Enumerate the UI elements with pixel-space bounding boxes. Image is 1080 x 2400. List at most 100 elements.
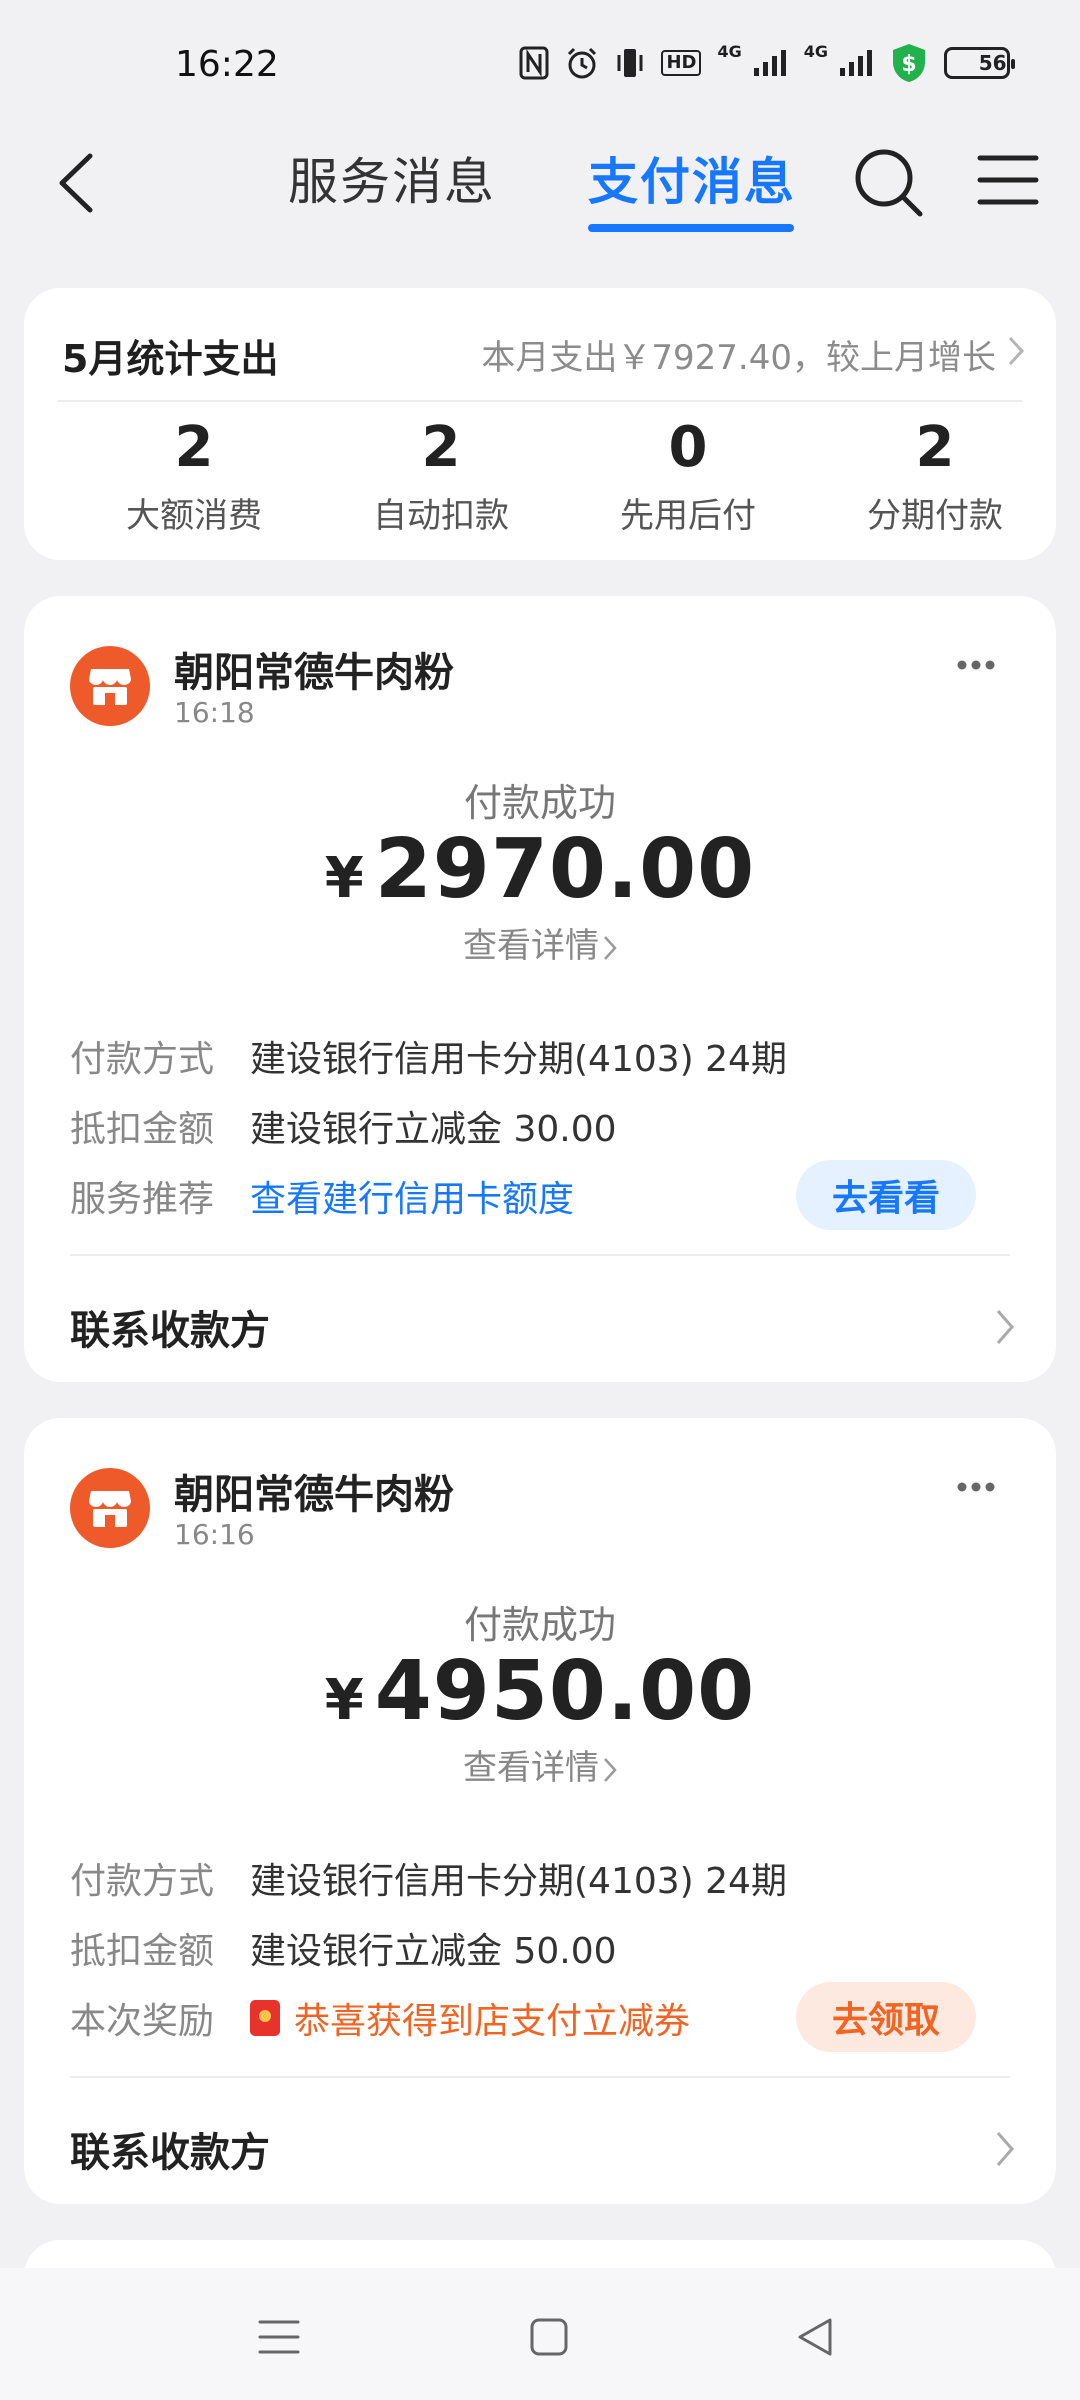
stat-value: 2 — [915, 415, 955, 480]
contact-payee-label: 联系收款方 — [70, 2130, 270, 2176]
row-label: 抵扣金额 — [70, 1109, 215, 1150]
row-label: 付款方式 — [70, 1039, 215, 1080]
view-details-link[interactable]: 查看详情 — [24, 918, 1056, 967]
stat-value: 2 — [174, 415, 214, 480]
payment-status: 付款成功 — [463, 781, 616, 825]
merchant-store-icon — [70, 1468, 150, 1548]
back-button[interactable] — [48, 150, 108, 216]
merchant-store-icon — [70, 646, 150, 726]
row-value: 建设银行立减金 50.00 — [250, 1931, 617, 1972]
status-bar: 16:22 HD 4G 4G $ 56 — [0, 0, 1080, 120]
menu-icon — [977, 155, 1039, 205]
signal-icon-2 — [838, 48, 874, 78]
battery-indicator: 56 — [944, 47, 1015, 79]
active-tab-indicator — [588, 224, 794, 232]
home-button[interactable] — [524, 2312, 574, 2362]
search-icon — [855, 149, 923, 217]
chevron-right-icon — [604, 935, 617, 960]
stat-installments[interactable]: 2 分期付款 — [815, 412, 1055, 537]
contact-payee-row[interactable]: 联系收款方 — [70, 1292, 1016, 1362]
nfc-icon — [519, 46, 549, 80]
security-shield-icon: $ — [890, 42, 928, 84]
system-navigation-bar — [0, 2268, 1080, 2400]
system-back-button[interactable] — [790, 2312, 840, 2362]
network-type-1: 4G — [717, 42, 742, 61]
merchant-name[interactable]: 朝阳常德牛肉粉 — [174, 1462, 454, 1520]
search-button[interactable] — [852, 146, 926, 220]
row-value: 建设银行立减金 30.00 — [250, 1109, 617, 1150]
stat-label: 分期付款 — [867, 496, 1003, 536]
view-details-link[interactable]: 查看详情 — [24, 1740, 1056, 1789]
merchant-name[interactable]: 朝阳常德牛肉粉 — [174, 640, 454, 698]
stat-auto-debit[interactable]: 2 自动扣款 — [321, 412, 561, 537]
stat-value: 0 — [668, 415, 708, 480]
chevron-right-icon — [996, 2132, 1014, 2166]
payment-method-row: 付款方式 建设银行信用卡分期(4103) 24期 — [70, 1026, 1016, 1086]
recent-apps-button[interactable] — [254, 2312, 304, 2362]
svg-text:$: $ — [901, 52, 916, 77]
chevron-right-icon — [604, 1757, 617, 1782]
amount-value: 4950.00 — [374, 1644, 756, 1739]
row-label: 付款方式 — [70, 1861, 215, 1902]
payment-card: 朝阳常德牛肉粉 16:18 付款成功 ¥2970.00 查看详情 付款方式 建设… — [24, 596, 1056, 1382]
amount-value: 2970.00 — [374, 822, 756, 917]
menu-button[interactable] — [976, 152, 1040, 208]
back-arrow-icon — [59, 153, 93, 213]
row-label: 本次奖励 — [70, 2001, 215, 2042]
payment-status: 付款成功 — [463, 1603, 616, 1647]
service-recommendation-row: 服务推荐 查看建行信用卡额度 去看看 — [70, 1160, 1016, 1230]
card-divider — [70, 1254, 1010, 1256]
payment-time: 16:18 — [174, 696, 255, 729]
hd-badge: HD — [661, 50, 702, 76]
view-details-label: 查看详情 — [463, 1748, 599, 1788]
card-divider — [70, 2076, 1010, 2078]
network-type-2: 4G — [803, 42, 828, 61]
stat-value: 2 — [421, 415, 461, 480]
contact-payee-row[interactable]: 联系收款方 — [70, 2114, 1016, 2184]
home-square-icon — [530, 2318, 568, 2356]
payment-card: 朝阳常德牛肉粉 16:16 付款成功 ¥4950.00 查看详情 付款方式 建设… — [24, 1418, 1056, 2204]
reward-text: 恭喜获得到店支付立减券 — [294, 2001, 691, 2042]
stat-label: 大额消费 — [126, 496, 262, 536]
tab-payment-messages[interactable]: 支付消息 — [588, 142, 796, 214]
status-icons: HD 4G 4G $ 56 — [519, 42, 1015, 84]
reward-row: 本次奖励 恭喜获得到店支付立减券 去领取 — [70, 1982, 1016, 2052]
back-triangle-icon — [798, 2318, 832, 2356]
credit-limit-link[interactable]: 查看建行信用卡额度 — [250, 1170, 574, 1222]
go-see-button[interactable]: 去看看 — [795, 1160, 976, 1230]
currency-symbol: ¥ — [324, 1668, 365, 1733]
signal-icon-1 — [752, 48, 788, 78]
summary-title: 5月统计支出 — [62, 337, 279, 381]
row-label: 服务推荐 — [70, 1179, 215, 1220]
row-value: 建设银行信用卡分期(4103) 24期 — [250, 1861, 787, 1902]
vibrate-icon — [615, 46, 645, 80]
stat-label: 自动扣款 — [373, 496, 509, 536]
deduction-row: 抵扣金额 建设银行立减金 30.00 — [70, 1096, 1016, 1156]
monthly-summary-card: 5月统计支出 本月支出￥7927.40，较上月增长 2 大额消费 2 自动扣款 … — [24, 288, 1056, 560]
payment-amount: ¥4950.00 — [24, 1644, 1056, 1739]
contact-payee-label: 联系收款方 — [70, 1308, 270, 1354]
red-packet-icon — [250, 2000, 280, 2036]
payment-amount: ¥2970.00 — [24, 822, 1056, 917]
row-label: 抵扣金额 — [70, 1931, 215, 1972]
claim-reward-button[interactable]: 去领取 — [795, 1982, 976, 2052]
stat-pay-later[interactable]: 0 先用后付 — [568, 412, 808, 537]
summary-subtitle-link[interactable]: 本月支出￥7927.40，较上月增长 — [481, 330, 996, 379]
stat-label: 先用后付 — [620, 496, 756, 536]
payment-method-row: 付款方式 建设银行信用卡分期(4103) 24期 — [70, 1848, 1016, 1908]
view-details-label: 查看详情 — [463, 926, 599, 966]
more-options-icon[interactable] — [956, 658, 996, 672]
tab-service-messages[interactable]: 服务消息 — [288, 142, 496, 214]
alarm-icon — [565, 46, 599, 80]
payment-time: 16:16 — [174, 1518, 255, 1551]
top-navigation: 服务消息 支付消息 — [0, 120, 1080, 240]
row-value: 建设银行信用卡分期(4103) 24期 — [250, 1039, 787, 1080]
stat-large-spending[interactable]: 2 大额消费 — [74, 412, 314, 537]
chevron-right-icon — [996, 1310, 1014, 1344]
battery-level: 56 — [978, 51, 1007, 75]
reward-coupon-link[interactable]: 恭喜获得到店支付立减券 — [250, 1992, 690, 2044]
currency-symbol: ¥ — [324, 846, 365, 911]
recent-apps-icon — [258, 2320, 300, 2354]
more-options-icon[interactable] — [956, 1480, 996, 1494]
summary-divider — [58, 400, 1022, 402]
